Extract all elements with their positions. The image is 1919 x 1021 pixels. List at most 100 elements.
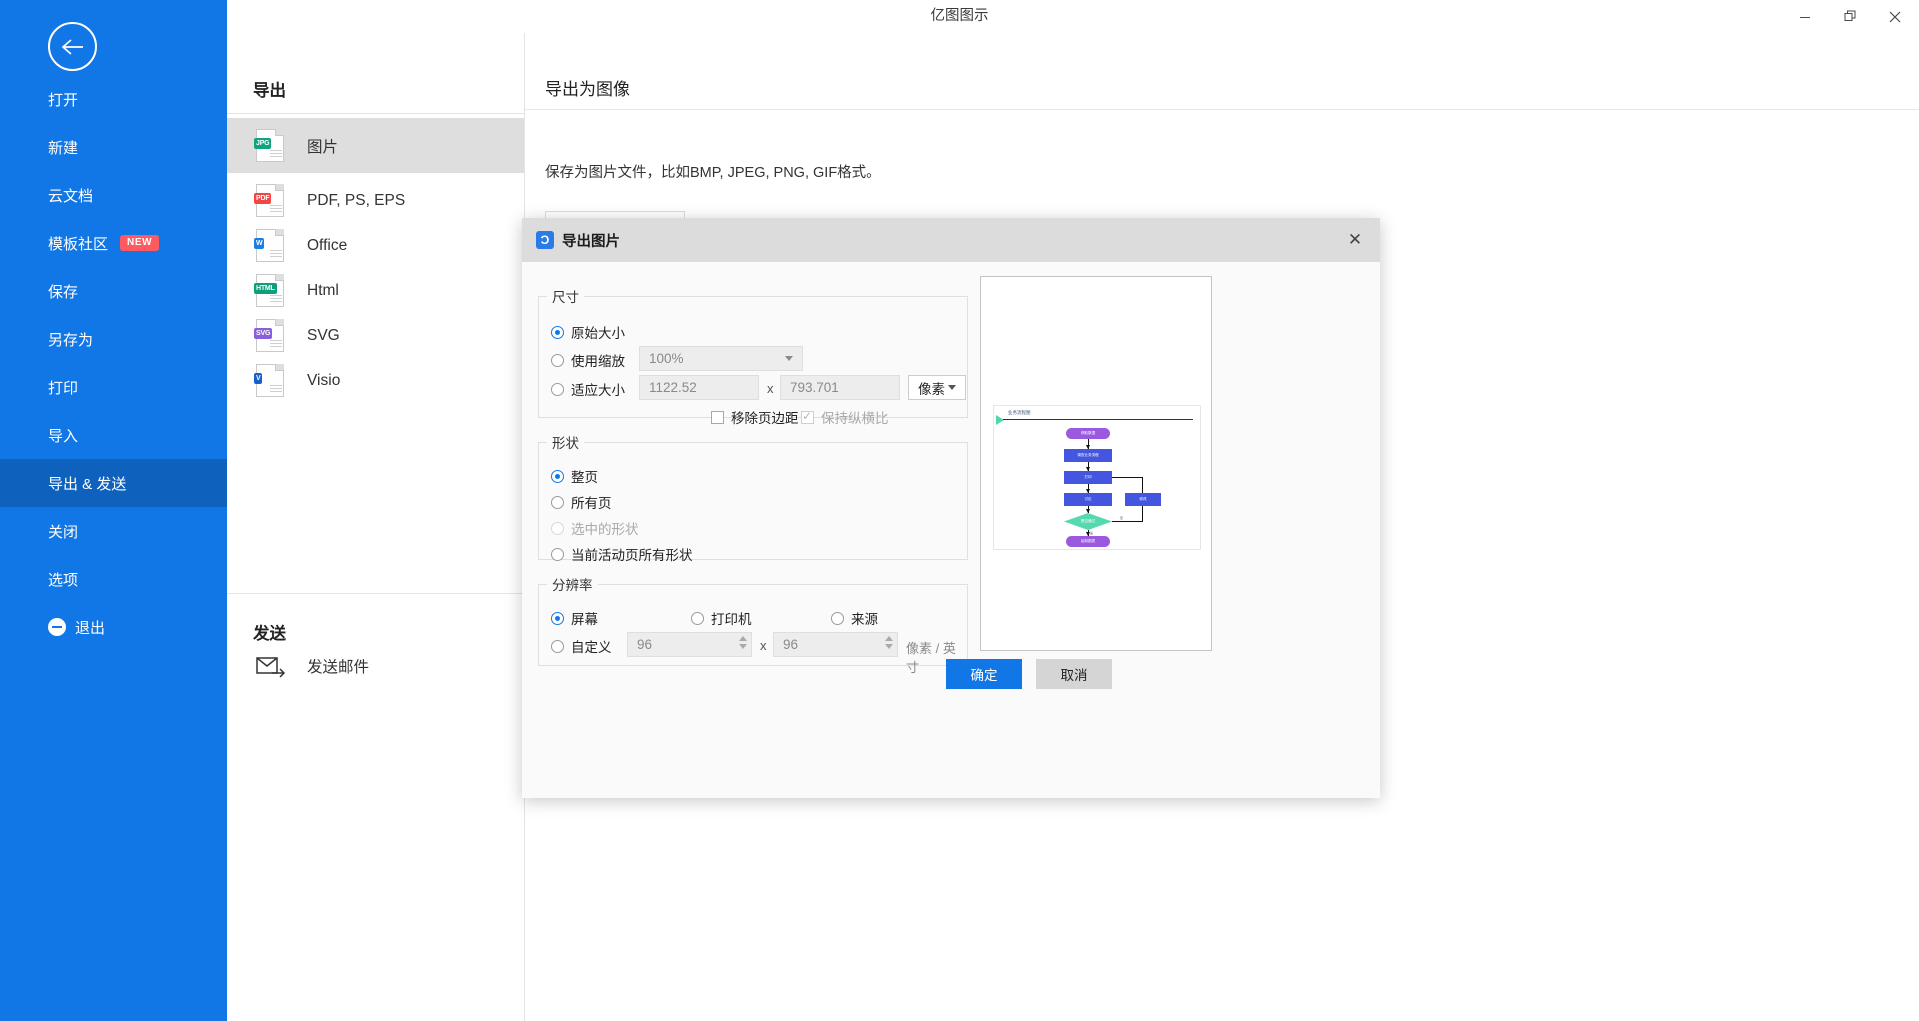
radio-res-screen-indicator[interactable] [551, 611, 564, 625]
radio-res-source-label: 来源 [851, 612, 878, 627]
radio-fit-size-label: 适应大小 [571, 383, 625, 398]
pdf-file-icon: PDF [254, 184, 284, 217]
shape-group: 形状 整页 所有页 选中的形状 当前活动页所有形状 [538, 432, 968, 563]
dpi-x-input[interactable]: 96 [627, 632, 752, 657]
flow-node-survey: 调查业务流程 [1064, 449, 1112, 462]
html-file-icon: HTML [254, 274, 284, 307]
send-mail-item[interactable]: 发送邮件 [227, 638, 525, 693]
radio-original-size-label: 原始大小 [571, 326, 625, 341]
resolution-group-legend: 分辨率 [552, 578, 593, 593]
flow-node-label: 绘制图表 [1080, 538, 1096, 543]
radio-res-screen[interactable]: 屏幕 [551, 608, 598, 628]
scale-dropdown[interactable]: 100% [639, 346, 803, 371]
radio-res-custom[interactable]: 自定义 [551, 636, 612, 656]
radio-original-size[interactable]: 原始大小 [551, 322, 625, 342]
radio-res-printer[interactable]: 打印机 [691, 608, 752, 628]
sidebar-item-label: 关闭 [48, 523, 79, 541]
sidebar-item-print[interactable]: 打印 [0, 363, 227, 411]
confirm-button[interactable]: 确定 [946, 659, 1022, 689]
radio-res-source-indicator[interactable] [831, 611, 844, 625]
sidebar-item-exit[interactable]: 退出 [0, 603, 227, 651]
maximize-button[interactable] [1828, 0, 1872, 33]
sidebar-item-label: 退出 [75, 619, 106, 637]
flow-node-start: 获取数据 [1066, 428, 1110, 439]
primary-sidebar: 打开 新建 云文档 模板社区 NEW 保存 另存为 打印 导入 导出 & 发送 … [0, 0, 227, 1021]
flow-node-print: 打印 [1064, 471, 1112, 484]
dialog-close-button[interactable]: ✕ [1338, 224, 1372, 256]
checkbox-remove-margin-indicator[interactable] [711, 410, 724, 424]
export-item-image[interactable]: JPG 图片 [227, 118, 525, 173]
flow-node-modify: 修改 [1125, 493, 1161, 506]
mail-send-icon [256, 654, 286, 678]
close-window-button[interactable] [1873, 0, 1917, 33]
sidebar-item-import[interactable]: 导入 [0, 411, 227, 459]
sidebar-item-close[interactable]: 关闭 [0, 507, 227, 555]
radio-res-source[interactable]: 来源 [831, 608, 878, 628]
radio-all-shapes-current-page[interactable]: 当前活动页所有形状 [551, 544, 693, 564]
sidebar-item-label: 新建 [48, 139, 79, 157]
radio-all-shapes-current-page-label: 当前活动页所有形状 [571, 548, 693, 563]
radio-all-pages[interactable]: 所有页 [551, 492, 612, 512]
radio-all-shapes-current-page-indicator[interactable] [551, 547, 564, 561]
sidebar-item-export-send[interactable]: 导出 & 发送 [0, 459, 227, 507]
sidebar-item-label: 另存为 [48, 331, 94, 349]
divider [525, 109, 1919, 110]
export-item-label: SVG [307, 326, 340, 344]
sidebar-item-save-as[interactable]: 另存为 [0, 315, 227, 363]
sidebar-item-cloud-doc[interactable]: 云文档 [0, 171, 227, 219]
radio-fit-size-indicator[interactable] [551, 382, 564, 396]
flow-node-discuss: 讨论 [1064, 493, 1112, 506]
flow-node-label: 讨论 [1084, 496, 1092, 501]
dpi-y-stepper[interactable] [883, 636, 894, 654]
radio-res-printer-indicator[interactable] [691, 611, 704, 625]
unit-dropdown[interactable]: 像素 [908, 375, 966, 400]
radio-fit-size[interactable]: 适应大小 [551, 379, 625, 399]
multiply-symbol: x [760, 638, 767, 653]
export-item-visio[interactable]: V Visio [227, 353, 525, 408]
radio-use-scale[interactable]: 使用缩放 [551, 350, 625, 370]
size-group: 尺寸 原始大小 使用缩放 100% 适应大小 1122.52 x 793.701… [538, 286, 968, 426]
dialog-title: 导出图片 [562, 233, 620, 250]
exit-icon [48, 618, 66, 636]
radio-all-pages-indicator[interactable] [551, 495, 564, 509]
export-item-label: Html [307, 281, 339, 299]
file-icon-tag: HTML [254, 283, 277, 294]
cancel-button[interactable]: 取消 [1036, 659, 1112, 689]
radio-res-custom-indicator[interactable] [551, 639, 564, 653]
radio-selected-shapes-indicator [551, 521, 564, 535]
sidebar-item-options[interactable]: 选项 [0, 555, 227, 603]
resolution-group: 分辨率 屏幕 打印机 来源 自定义 96 x 96 像素 / 英寸 [538, 574, 968, 675]
sidebar-item-template-community[interactable]: 模板社区 NEW [0, 219, 227, 267]
minimize-button[interactable] [1783, 0, 1827, 33]
flow-node-label: 打印 [1084, 474, 1092, 479]
sidebar-item-label: 模板社区 [48, 235, 109, 253]
sidebar-item-save[interactable]: 保存 [0, 267, 227, 315]
sidebar-item-new[interactable]: 新建 [0, 123, 227, 171]
shape-group-legend: 形状 [552, 436, 579, 451]
dpi-y-input[interactable]: 96 [773, 632, 898, 657]
close-icon [1889, 11, 1901, 22]
flow-edge-label-yes: 是 [1090, 531, 1094, 535]
radio-use-scale-indicator[interactable] [551, 353, 564, 367]
height-input[interactable]: 793.701 [780, 375, 900, 400]
radio-whole-page-indicator[interactable] [551, 469, 564, 483]
app-title: 亿图图示 [930, 8, 989, 24]
multiply-symbol: x [767, 381, 774, 396]
checkbox-remove-margin-label: 移除页边距 [731, 411, 799, 426]
radio-res-printer-label: 打印机 [711, 612, 752, 627]
radio-whole-page[interactable]: 整页 [551, 466, 598, 486]
radio-all-pages-label: 所有页 [571, 496, 612, 511]
radio-res-custom-label: 自定义 [571, 640, 612, 655]
sidebar-item-open[interactable]: 打开 [0, 75, 227, 123]
radio-original-size-indicator[interactable] [551, 325, 564, 339]
width-input[interactable]: 1122.52 [639, 375, 759, 400]
checkbox-keep-ratio: 保持纵横比 [801, 407, 889, 427]
checkbox-keep-ratio-indicator [801, 409, 814, 424]
dpi-x-stepper[interactable] [737, 636, 748, 654]
file-icon-tag: JPG [254, 138, 272, 149]
sidebar-item-label: 导入 [48, 427, 79, 445]
export-item-label: Office [307, 236, 348, 254]
checkbox-remove-margin[interactable]: 移除页边距 [711, 407, 799, 427]
radio-res-screen-label: 屏幕 [571, 612, 598, 627]
preview-page: 业务流程图 否 是 获取数据 调查业务流程 打印 讨论 修改 是否通过 绘制图表 [993, 405, 1201, 550]
